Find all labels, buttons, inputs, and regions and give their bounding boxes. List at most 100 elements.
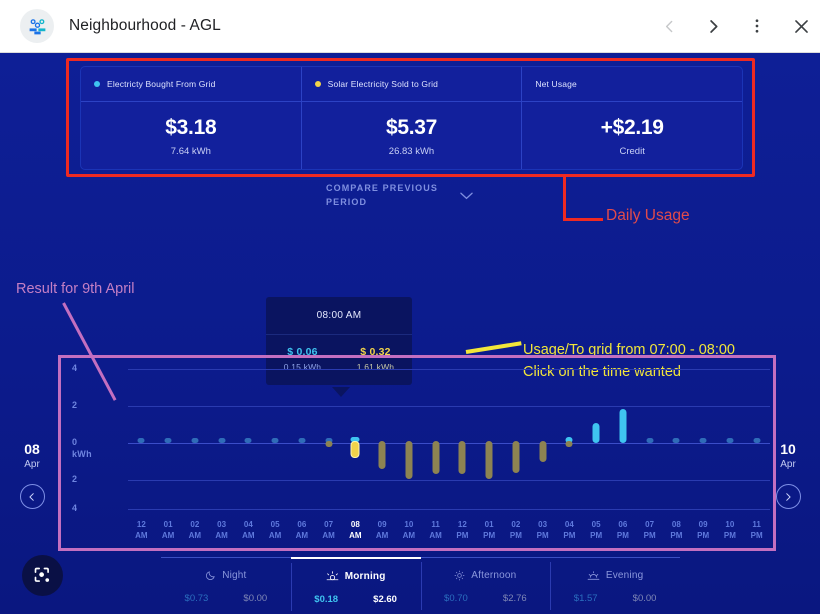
chart-bar-slot[interactable] (398, 359, 420, 517)
x-axis-tick[interactable]: 09PM (692, 519, 714, 541)
period-tab-label: Afternoon (471, 570, 516, 581)
period-tabs[interactable]: Night$0.73$0.00Morning$0.18$2.60Afternoo… (161, 557, 680, 614)
x-axis-tick[interactable]: 08PM (665, 519, 687, 541)
next-day-button[interactable] (776, 484, 801, 509)
x-axis-tick[interactable]: 10PM (719, 519, 741, 541)
x-axis-tick[interactable]: 06PM (612, 519, 634, 541)
chart-bar-slot[interactable] (371, 359, 393, 517)
x-axis-tick[interactable]: 01PM (478, 519, 500, 541)
x-axis-tick[interactable]: 04AM (237, 519, 259, 541)
x-tick-hour: 07 (318, 519, 340, 530)
chart-bar-slot[interactable] (505, 359, 527, 517)
chart-bar-slot[interactable] (558, 359, 580, 517)
bar-bought (191, 438, 198, 443)
bar-bought (218, 438, 225, 443)
chart-bar-slot[interactable] (692, 359, 714, 517)
x-tick-meridiem: PM (451, 530, 473, 541)
summary-column-sold: Solar Electricity Sold to Grid $5.37 26.… (301, 67, 522, 169)
x-tick-meridiem: AM (264, 530, 286, 541)
x-axis-tick[interactable]: 02AM (184, 519, 206, 541)
x-axis-tick[interactable]: 05AM (264, 519, 286, 541)
chart-bar-slot[interactable] (157, 359, 179, 517)
chart-bar-slot[interactable] (612, 359, 634, 517)
x-tick-hour: 02 (184, 519, 206, 530)
x-axis-tick[interactable]: 03AM (211, 519, 233, 541)
x-tick-meridiem: AM (318, 530, 340, 541)
x-axis-tick[interactable]: 11PM (746, 519, 768, 541)
period-tab-morning[interactable]: Morning$0.18$2.60 (291, 557, 421, 614)
overflow-menu-button[interactable] (746, 15, 768, 37)
x-axis-tick[interactable]: 10AM (398, 519, 420, 541)
next-day-nav[interactable]: 10 Apr (764, 441, 812, 509)
chart-bar-slot[interactable] (639, 359, 661, 517)
chart-bar-slot[interactable] (264, 359, 286, 517)
chart-bar-slot[interactable] (425, 359, 447, 517)
period-tab-label: Evening (606, 570, 644, 581)
close-button[interactable] (790, 15, 812, 37)
chart-x-axis[interactable]: 12AM01AM02AM03AM04AM05AM06AM07AM08AM09AM… (128, 519, 770, 547)
period-tab-night[interactable]: Night$0.73$0.00 (161, 557, 291, 614)
chart-bar-slot[interactable] (237, 359, 259, 517)
x-tick-meridiem: PM (639, 530, 661, 541)
period-tab-afternoon[interactable]: Afternoon $0.70$2.76 (421, 557, 551, 614)
x-axis-tick[interactable]: 06AM (291, 519, 313, 541)
period-tab-sold: $2.76 (503, 593, 527, 604)
summary-label-bought: Electricty Bought From Grid (107, 79, 215, 89)
summary-amount-sold: $5.37 (386, 116, 437, 140)
bar-sold (512, 441, 519, 473)
bar-sold (379, 441, 386, 469)
chart-bar-slot[interactable] (211, 359, 233, 517)
x-tick-meridiem: AM (291, 530, 313, 541)
back-button[interactable] (658, 15, 680, 37)
chart-bar-slot[interactable] (719, 359, 741, 517)
chart-bars[interactable] (128, 359, 770, 517)
usage-chart[interactable]: 4 2 0 kWh 2 4 12AM01AM02AM03AM04AM05AM06… (62, 359, 772, 547)
chart-bar-slot[interactable] (344, 359, 366, 517)
google-lens-button[interactable] (22, 555, 63, 596)
annotation-red-leader-horizontal (563, 218, 603, 221)
x-axis-tick[interactable]: 12PM (451, 519, 473, 541)
previous-day-button[interactable] (20, 484, 45, 509)
x-axis-tick[interactable]: 02PM (505, 519, 527, 541)
chart-bar-slot[interactable] (532, 359, 554, 517)
bar-sold (351, 441, 360, 458)
kebab-menu-icon (748, 17, 766, 35)
x-axis-tick[interactable]: 08AM (344, 519, 366, 541)
close-x-icon (792, 17, 811, 36)
app-content: Electricty Bought From Grid $3.18 7.64 k… (0, 53, 820, 614)
period-tab-bought: $0.73 (185, 593, 209, 604)
chart-bar-slot[interactable] (665, 359, 687, 517)
x-axis-tick[interactable]: 01AM (157, 519, 179, 541)
summary-label-sold: Solar Electricity Sold to Grid (328, 79, 438, 89)
chart-bar-slot[interactable] (451, 359, 473, 517)
chart-bar-slot[interactable] (291, 359, 313, 517)
x-tick-hour: 12 (451, 519, 473, 530)
x-axis-tick[interactable]: 04PM (558, 519, 580, 541)
period-tab-sold: $0.00 (633, 593, 657, 604)
x-axis-tick[interactable]: 11AM (425, 519, 447, 541)
y-tick-zero: 0 (72, 437, 77, 447)
x-axis-tick[interactable]: 07PM (639, 519, 661, 541)
x-axis-tick[interactable]: 07AM (318, 519, 340, 541)
x-axis-tick[interactable]: 03PM (532, 519, 554, 541)
compare-previous-period-toggle[interactable]: COMPARE PREVIOUS PERIOD (326, 181, 496, 209)
forward-button[interactable] (702, 15, 724, 37)
previous-day-number: 08 (8, 441, 56, 457)
chart-bar-slot[interactable] (318, 359, 340, 517)
bar-bought (646, 438, 653, 443)
previous-day-nav[interactable]: 08 Apr (8, 441, 56, 509)
y-tick-2-top: 2 (72, 400, 77, 410)
period-tab-bought: $1.57 (574, 593, 598, 604)
chart-bar-slot[interactable] (585, 359, 607, 517)
custom-tab-header: Neighbourhood - AGL (0, 0, 820, 53)
x-axis-tick[interactable]: 05PM (585, 519, 607, 541)
chart-bar-slot[interactable] (130, 359, 152, 517)
period-tab-values: $0.70$2.76 (421, 593, 551, 604)
x-tick-meridiem: PM (505, 530, 527, 541)
x-axis-tick[interactable]: 09AM (371, 519, 393, 541)
period-tab-header: Night (161, 567, 291, 584)
chart-bar-slot[interactable] (478, 359, 500, 517)
chart-bar-slot[interactable] (184, 359, 206, 517)
x-axis-tick[interactable]: 12AM (130, 519, 152, 541)
period-tab-evening[interactable]: Evening $1.57 $0.00 (550, 557, 680, 614)
